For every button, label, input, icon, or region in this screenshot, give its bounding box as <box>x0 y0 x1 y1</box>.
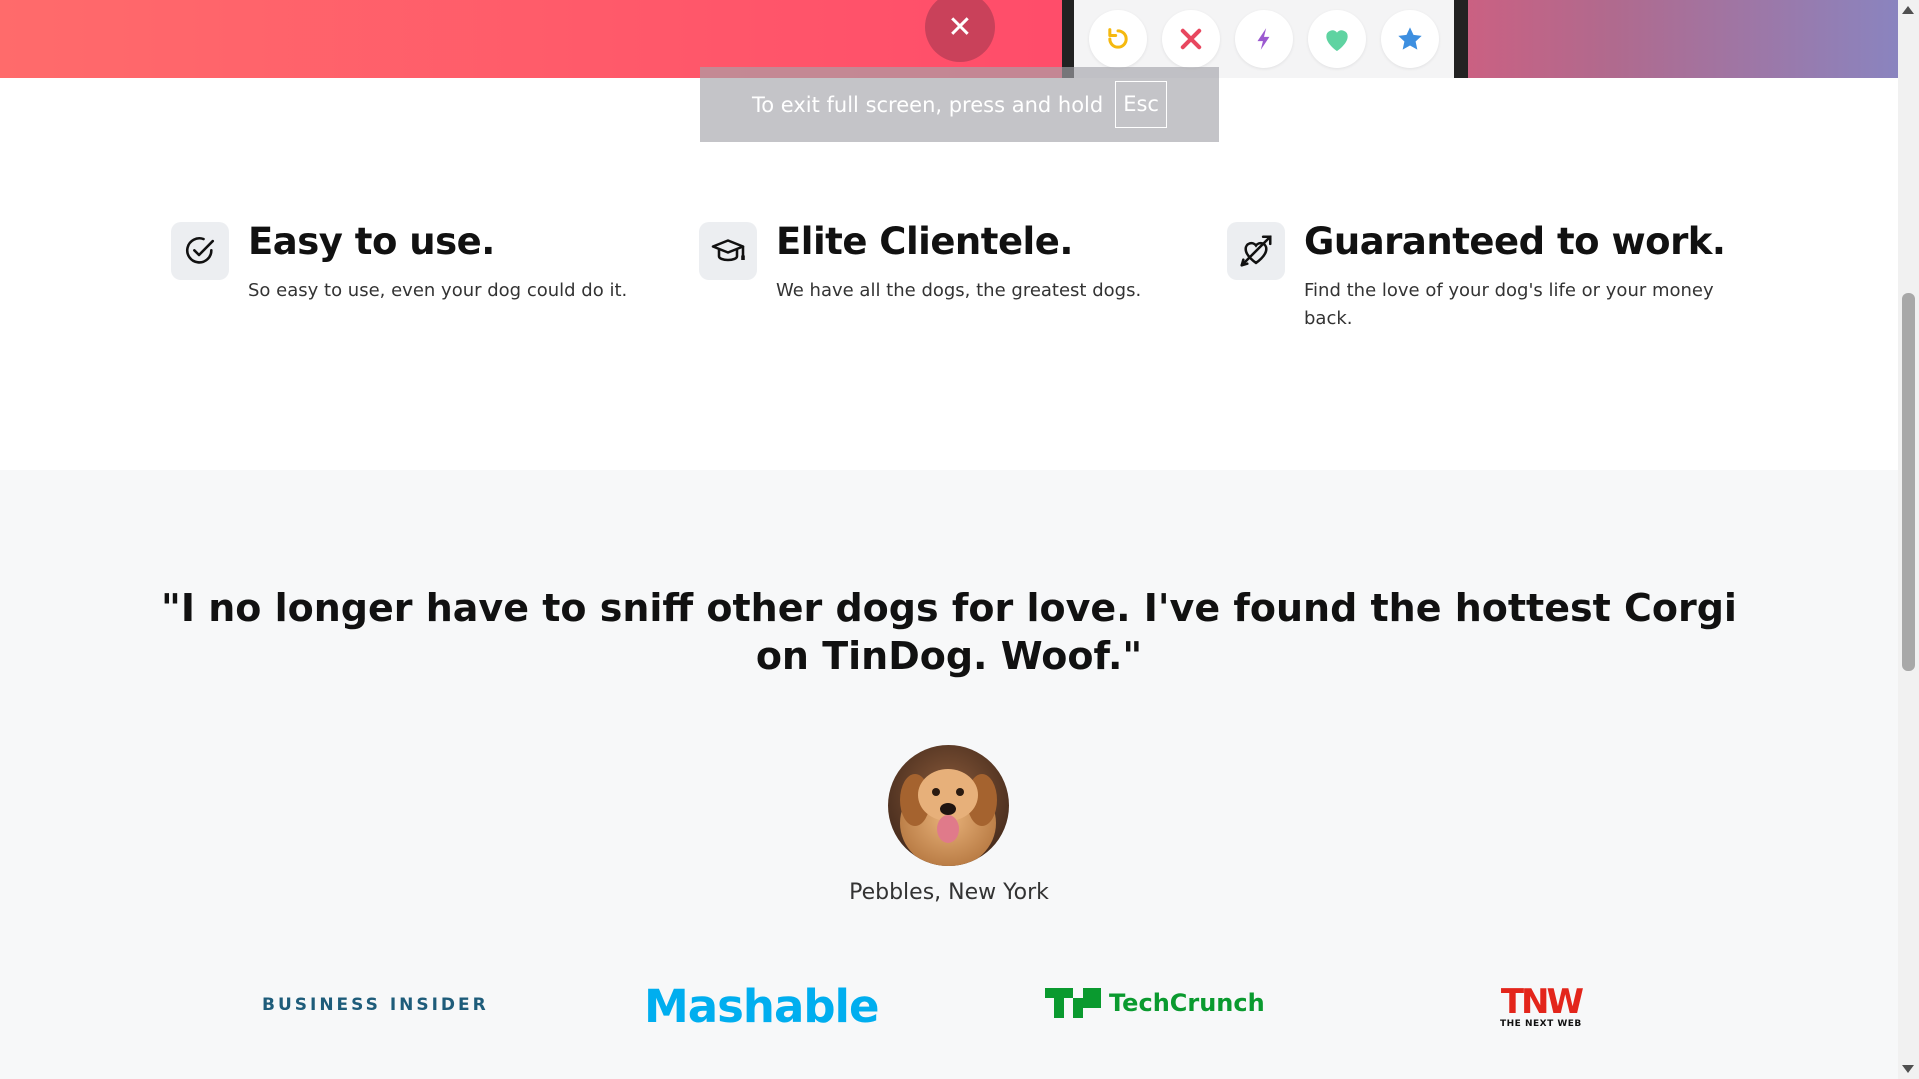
tnw-mark: TNW <box>1500 982 1584 1022</box>
star-icon <box>1397 27 1422 50</box>
testimonial-author: Pebbles, New York <box>849 880 1049 905</box>
scroll-thumb[interactable] <box>1902 293 1915 671</box>
feature-title: Easy to use. <box>248 220 495 263</box>
feature-guaranteed: Guaranteed to work. Find the love of you… <box>1227 220 1726 332</box>
scroll-down-arrow-icon[interactable] <box>1902 1065 1914 1073</box>
lightning-icon <box>1257 28 1270 50</box>
esc-key-hint: Esc <box>1115 81 1167 128</box>
check-circle-icon <box>171 222 229 280</box>
heart-arrow-icon <box>1227 222 1285 280</box>
avatar <box>888 745 1009 866</box>
mashable-logo: Mashable <box>644 980 879 1033</box>
toast-text: To exit full screen, press and hold <box>752 92 1104 117</box>
page-scrollbar[interactable] <box>1898 0 1919 1079</box>
business-insider-logo: BUSINESS INSIDER <box>262 995 489 1015</box>
testimonial-quote: "I no longer have to sniff other dogs fo… <box>161 586 1737 678</box>
tnw-subtitle: THE NEXT WEB <box>1500 1019 1582 1029</box>
scroll-up-arrow-icon[interactable] <box>1902 6 1914 14</box>
close-icon <box>1180 28 1202 50</box>
nope-button <box>1162 10 1221 68</box>
techcrunch-logo: TechCrunch <box>1045 988 1265 1018</box>
techcrunch-wordmark: TechCrunch <box>1109 989 1265 1017</box>
feature-elite-clientele: Elite Clientele. We have all the dogs, t… <box>699 220 1196 305</box>
feature-description: So easy to use, even your dog could do i… <box>248 279 628 301</box>
undo-button <box>1089 10 1148 68</box>
techcrunch-mark-icon <box>1045 988 1101 1018</box>
feature-title: Elite Clientele. <box>776 220 1073 263</box>
undo-icon <box>1108 28 1129 49</box>
feature-title: Guaranteed to work. <box>1304 220 1726 263</box>
boost-button <box>1234 10 1293 68</box>
tnw-logo: TNW THE NEXT WEB <box>1500 982 1584 1029</box>
testimonial-section: "I no longer have to sniff other dogs fo… <box>0 470 1898 1079</box>
like-button <box>1307 10 1366 68</box>
feature-description: We have all the dogs, the greatest dogs. <box>776 279 1142 301</box>
graduation-cap-icon <box>699 222 757 280</box>
fullscreen-exit-toast: To exit full screen, press and hold Esc <box>700 67 1219 142</box>
feature-easy-to-use: Easy to use. So easy to use, even your d… <box>171 220 668 305</box>
close-icon: ✕ <box>947 9 973 45</box>
heart-icon <box>1326 30 1348 51</box>
feature-description: Find the love of your dog's life or your… <box>1304 279 1714 329</box>
superlike-button <box>1380 10 1439 68</box>
